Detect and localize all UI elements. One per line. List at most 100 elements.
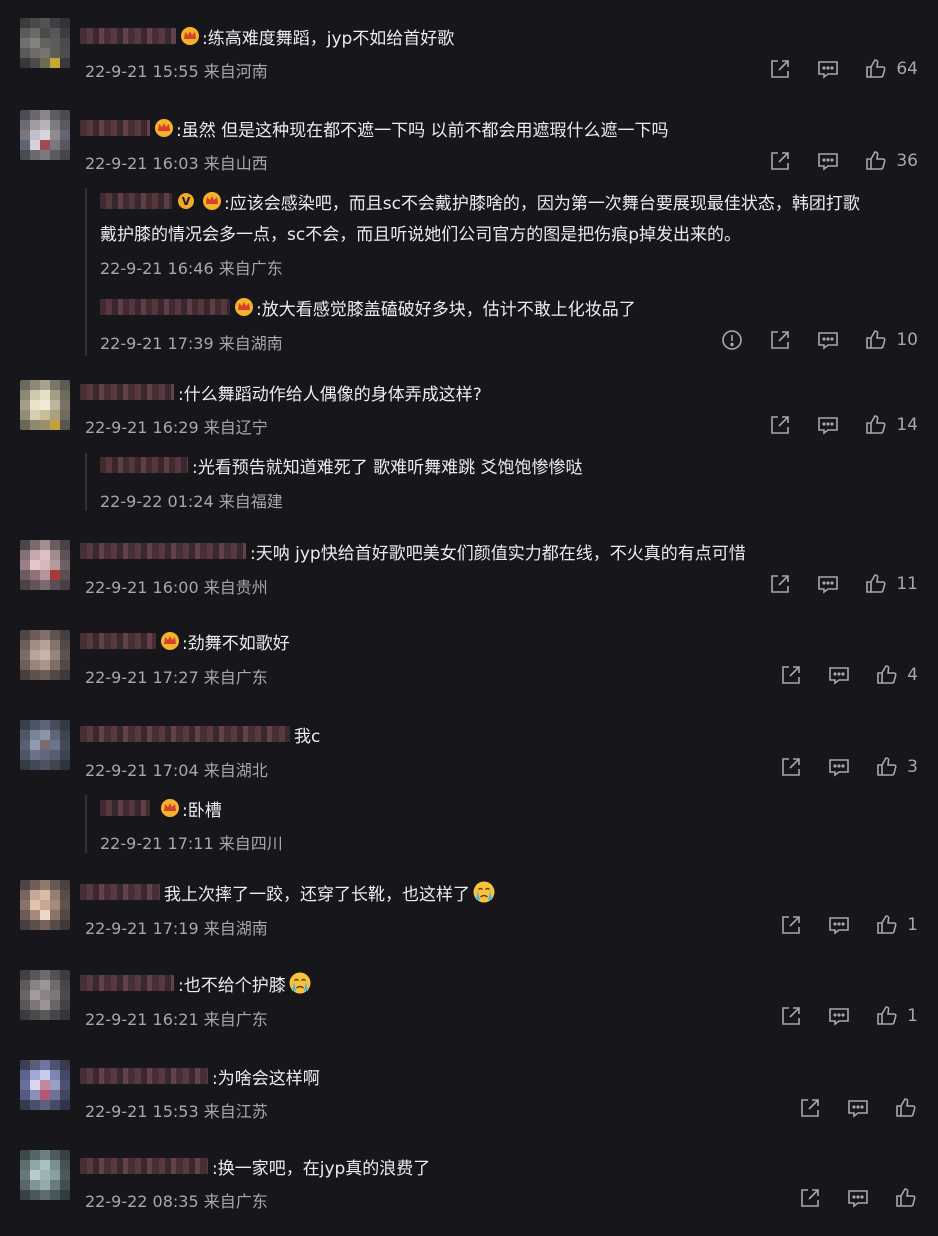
like-button[interactable]: 1 — [875, 913, 918, 937]
username[interactable] — [80, 633, 156, 649]
thumbs-up-icon — [877, 757, 897, 776]
like-button[interactable] — [894, 1186, 918, 1210]
crown-badge-icon — [161, 632, 179, 650]
share-button[interactable] — [779, 755, 803, 779]
avatar[interactable] — [20, 630, 70, 680]
avatar[interactable] — [20, 540, 70, 590]
like-count: 36 — [896, 151, 918, 171]
share-button[interactable] — [798, 1186, 822, 1210]
reply-thread — [85, 188, 87, 356]
comment-text: :什么舞蹈动作给人偶像的身体弄成这样? — [178, 384, 482, 405]
share-button[interactable] — [768, 149, 792, 173]
like-button[interactable]: 10 — [864, 328, 918, 352]
share-button[interactable] — [779, 913, 803, 937]
username[interactable] — [80, 384, 174, 400]
comment-text: :换一家吧，在jyp真的浪费了 — [212, 1158, 431, 1179]
like-count: 3 — [907, 757, 918, 777]
like-button[interactable]: 3 — [875, 755, 918, 779]
username[interactable] — [80, 1158, 208, 1174]
comment-text: :也不给个护膝 — [178, 975, 286, 996]
reply-button[interactable] — [816, 149, 840, 173]
like-button[interactable]: 36 — [864, 149, 918, 173]
like-count: 64 — [896, 59, 918, 79]
reply-button[interactable] — [816, 572, 840, 596]
like-count: 11 — [896, 574, 918, 594]
share-button[interactable] — [779, 1004, 803, 1028]
comment-meta: 22-9-21 15:53 来自江苏 — [85, 1102, 268, 1121]
share-button[interactable] — [768, 572, 792, 596]
comment-text: :为啥会这样啊 — [212, 1068, 320, 1089]
avatar[interactable] — [20, 720, 70, 770]
like-count: 14 — [896, 415, 918, 435]
comment-icon — [829, 759, 849, 777]
reply-thread — [85, 453, 87, 511]
username[interactable] — [100, 193, 172, 209]
username[interactable] — [100, 800, 150, 816]
reply-button[interactable] — [846, 1096, 870, 1120]
username[interactable] — [100, 457, 188, 473]
comment-icon — [829, 1008, 849, 1026]
comment-icon — [818, 576, 839, 594]
like-button[interactable]: 1 — [875, 1004, 918, 1028]
comment-meta: 22-9-22 08:35 来自广东 — [85, 1192, 268, 1211]
reply-text-continued: 戴护膝的情况会多一点，sc不会，而且听说她们公司官方的图是把伤痕p掉发出来的。 — [100, 224, 741, 245]
reply-meta: 22-9-21 16:46 来自广东 — [100, 259, 283, 278]
share-button[interactable] — [798, 1096, 822, 1120]
username[interactable] — [100, 299, 230, 315]
like-button[interactable] — [894, 1096, 918, 1120]
comment-meta: 22-9-21 16:29 来自辽宁 — [85, 418, 268, 437]
share-icon — [771, 60, 790, 78]
comment-icon — [818, 61, 839, 79]
comment-text: :劲舞不如歌好 — [182, 633, 290, 654]
reply-button[interactable] — [827, 913, 851, 937]
reply-button[interactable] — [846, 1186, 870, 1210]
username[interactable] — [80, 543, 246, 559]
thumbs-up-icon — [877, 915, 897, 934]
avatar[interactable] — [20, 1150, 70, 1200]
username[interactable] — [80, 1068, 208, 1084]
username[interactable] — [80, 28, 176, 44]
comment-icon — [818, 417, 839, 435]
username[interactable] — [80, 726, 290, 742]
avatar[interactable] — [20, 110, 70, 160]
comment-icon — [829, 667, 849, 685]
like-button[interactable]: 14 — [864, 413, 918, 437]
share-icon — [801, 1189, 819, 1207]
like-count: 10 — [896, 330, 918, 350]
comment-meta: 22-9-21 17:04 来自湖北 — [85, 761, 268, 780]
crown-badge-icon — [155, 119, 173, 137]
thumbs-up-icon — [866, 330, 886, 349]
share-button[interactable] — [779, 663, 803, 687]
report-button[interactable] — [720, 328, 744, 352]
comment-icon — [848, 1100, 868, 1118]
reply-meta: 22-9-22 01:24 来自福建 — [100, 492, 283, 511]
reply-meta: 22-9-21 17:39 来自湖南 — [100, 334, 283, 353]
share-button[interactable] — [768, 328, 792, 352]
comment-icon — [818, 332, 839, 350]
reply-button[interactable] — [827, 755, 851, 779]
username[interactable] — [80, 120, 150, 136]
comment-meta: 22-9-21 16:03 来自山西 — [85, 154, 268, 173]
share-button[interactable] — [768, 413, 792, 437]
avatar[interactable] — [20, 380, 70, 430]
reply-button[interactable] — [827, 1004, 851, 1028]
avatar[interactable] — [20, 1060, 70, 1110]
thumbs-up-icon — [866, 415, 886, 434]
avatar[interactable] — [20, 880, 70, 930]
share-button[interactable] — [768, 57, 792, 81]
like-button[interactable]: 11 — [864, 572, 918, 596]
reply-text: :放大看感觉膝盖磕破好多块，估计不敢上化妆品了 — [256, 299, 636, 320]
reply-button[interactable] — [816, 413, 840, 437]
crying-emoji-icon — [473, 881, 495, 903]
like-button[interactable]: 64 — [864, 57, 918, 81]
like-button[interactable]: 4 — [875, 663, 918, 687]
share-icon — [801, 1099, 819, 1117]
reply-button[interactable] — [816, 57, 840, 81]
avatar[interactable] — [20, 970, 70, 1020]
thumbs-up-icon — [866, 59, 886, 78]
username[interactable] — [80, 884, 160, 900]
reply-button[interactable] — [827, 663, 851, 687]
avatar[interactable] — [20, 18, 70, 68]
reply-button[interactable] — [816, 328, 840, 352]
username[interactable] — [80, 975, 174, 991]
